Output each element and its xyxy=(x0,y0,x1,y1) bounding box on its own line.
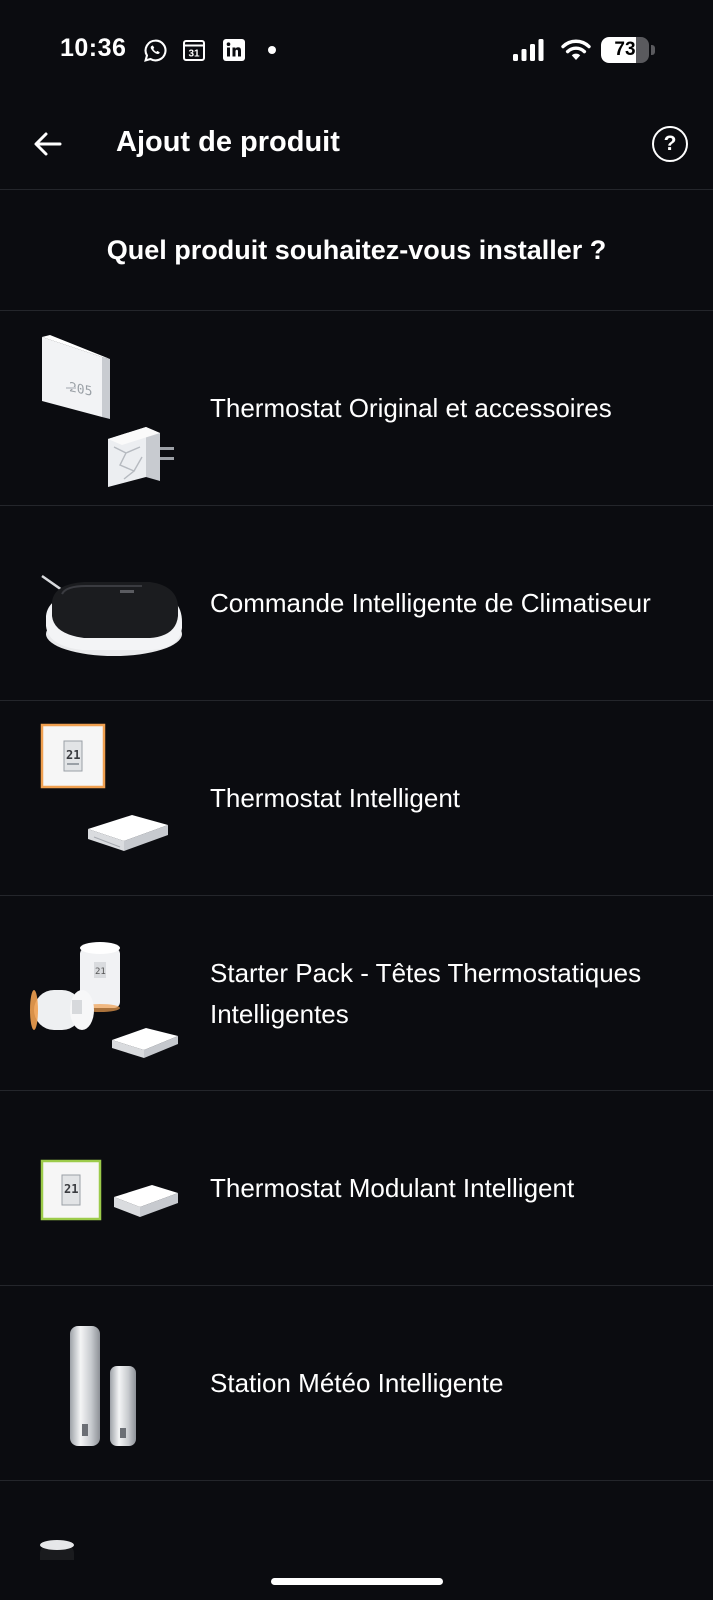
notification-dot-icon xyxy=(268,46,276,54)
home-indicator[interactable] xyxy=(271,1578,443,1585)
product-item-smart-thermostat[interactable]: 21 Thermostat Intelligent xyxy=(0,701,713,896)
status-time: 10:36 xyxy=(60,34,127,62)
product-item-starter-pack[interactable]: 21 Starter Pack - Têtes Thermostatiques … xyxy=(0,896,713,1091)
product-label: Thermostat Intelligent xyxy=(210,783,461,813)
svg-text:21: 21 xyxy=(64,1182,78,1196)
product-item-modulating-thermostat[interactable]: 21 Thermostat Modulant Intelligent xyxy=(0,1091,713,1286)
product-item-weather-station[interactable]: Station Météo Intelligente xyxy=(0,1286,713,1481)
ac-controller-image xyxy=(41,574,182,656)
back-button[interactable] xyxy=(24,120,72,168)
svg-text:21: 21 xyxy=(66,748,80,762)
radiator-valves-image: 21 xyxy=(30,942,178,1058)
arrow-left-icon xyxy=(34,132,62,156)
smart-thermostat-image: 21 xyxy=(40,723,168,851)
status-bar: 10:36 31 73 xyxy=(0,0,713,100)
product-label: Commande Intelligente de Climatiseur xyxy=(210,588,651,618)
app-header: Ajout de produit ? xyxy=(0,100,713,190)
product-label: Station Météo Intelligente xyxy=(210,1368,504,1398)
question-heading: Quel produit souhaitez-vous installer ? xyxy=(0,190,713,311)
modulating-thermostat-image: 21 xyxy=(40,1159,178,1221)
thermostat-original-image: 205 xyxy=(42,335,174,487)
product-label: Thermostat Modulant Intelligent xyxy=(210,1173,575,1203)
page-title: Ajout de produit xyxy=(116,126,340,158)
svg-text:21: 21 xyxy=(95,967,106,977)
battery-icon: 73 xyxy=(601,37,655,63)
signal-icon xyxy=(513,39,544,61)
wifi-icon xyxy=(561,39,591,60)
product-item-ac-controller[interactable]: Commande Intelligente de Climatiseur xyxy=(0,506,713,701)
product-label: Starter Pack - Têtes Thermostatiques Int… xyxy=(210,957,642,1029)
whatsapp-icon xyxy=(144,39,167,62)
screen: 10:36 31 73 Ajout de produit ? Quel prod… xyxy=(0,0,713,1600)
linkedin-icon xyxy=(223,39,245,61)
product-label: Thermostat Original et accessoires xyxy=(210,393,612,423)
calendar-icon: 31 xyxy=(183,40,205,61)
help-button[interactable]: ? xyxy=(652,126,688,162)
battery-percent: 73 xyxy=(614,39,636,60)
weather-station-image xyxy=(70,1326,136,1446)
help-icon: ? xyxy=(663,132,677,155)
calendar-day: 31 xyxy=(188,49,200,60)
product-item-thermostat-original[interactable]: 205 Thermostat Original et accessoires xyxy=(0,311,713,506)
product-list: 205 Thermostat Original et accessoires C… xyxy=(0,311,713,1600)
